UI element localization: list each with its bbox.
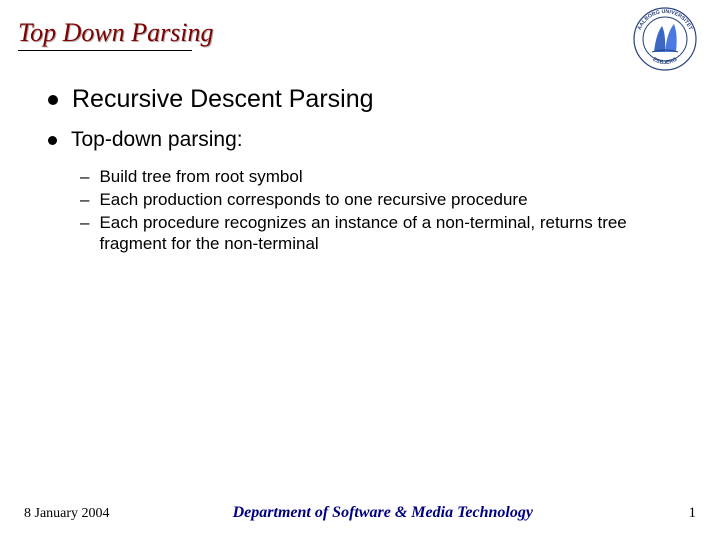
footer: 8 January 2004 Department of Software & … xyxy=(0,504,720,522)
sub-bullet-text: Each production corresponds to one recur… xyxy=(99,189,527,211)
bullet-dot-icon xyxy=(48,136,57,145)
footer-date: 8 January 2004 xyxy=(24,506,110,522)
sub-bullet-item: – Each procedure recognizes an instance … xyxy=(80,212,692,256)
bullet-item: Top-down parsing: xyxy=(48,128,692,152)
footer-page-number: 1 xyxy=(656,505,696,522)
sub-bullet-list: – Build tree from root symbol – Each pro… xyxy=(80,166,692,255)
title-underline xyxy=(18,50,192,51)
bullet-item: Recursive Descent Parsing xyxy=(48,85,692,114)
slide-title: Top Down Parsing xyxy=(18,18,692,48)
bullet-text: Top-down parsing: xyxy=(71,128,243,152)
sub-bullet-text: Build tree from root symbol xyxy=(99,166,302,188)
dash-icon: – xyxy=(80,189,89,211)
sub-bullet-text: Each procedure recognizes an instance of… xyxy=(99,212,692,256)
bullet-dot-icon xyxy=(48,95,58,105)
dash-icon: – xyxy=(80,212,89,234)
sub-bullet-item: – Each production corresponds to one rec… xyxy=(80,189,692,211)
university-logo: AALBORG UNIVERSITET ESBJERG xyxy=(632,6,698,72)
bullet-text: Recursive Descent Parsing xyxy=(72,85,374,114)
dash-icon: – xyxy=(80,166,89,188)
footer-department: Department of Software & Media Technolog… xyxy=(110,504,656,522)
bullet-list: Recursive Descent Parsing Top-down parsi… xyxy=(48,85,692,152)
sub-bullet-item: – Build tree from root symbol xyxy=(80,166,692,188)
slide: AALBORG UNIVERSITET ESBJERG Top Down Par… xyxy=(0,0,720,540)
